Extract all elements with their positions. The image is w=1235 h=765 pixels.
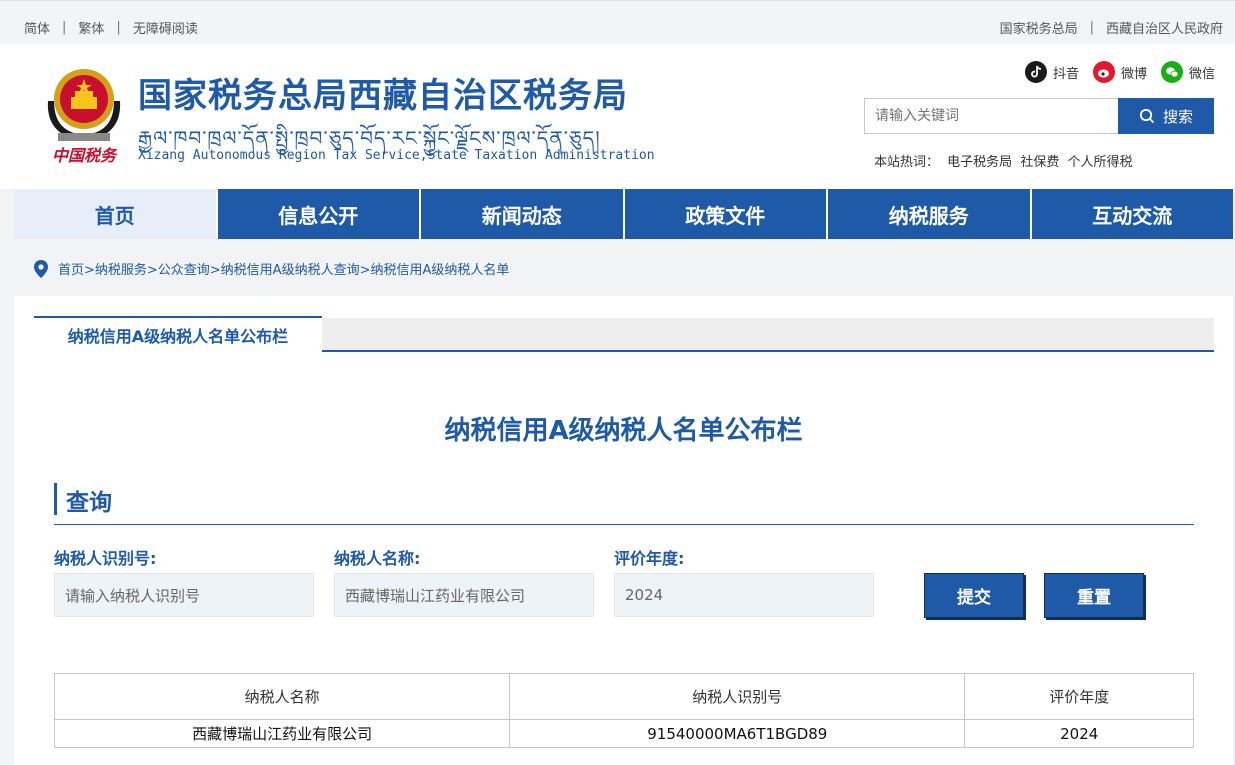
china-tax-calligraphy-logo: 中国税务 <box>52 146 117 165</box>
breadcrumb: 首页>纳税服务>公众查询>纳税信用A级纳税人查询>纳税信用A级纳税人名单 <box>34 259 509 278</box>
nav-tab-tax-service[interactable]: 纳税服务 <box>828 189 1032 239</box>
results-table: 纳税人名称 纳税人识别号 评价年度 西藏博瑞山江药业有限公司 91540000M… <box>54 673 1194 748</box>
nav-tab-news[interactable]: 新闻动态 <box>421 189 625 239</box>
sta-link[interactable]: 国家税务总局 <box>1000 18 1078 37</box>
site-title[interactable]: 国家税务总局西藏自治区税务局 <box>138 68 628 117</box>
hot-keywords-label: 本站热词： <box>874 155 940 170</box>
nav-tab-interaction[interactable]: 互动交流 <box>1032 189 1234 239</box>
location-pin-icon <box>34 259 48 278</box>
site-header: 中国税务 国家税务总局西藏自治区税务局 རྒྱལ་ཁབ་ཁྲལ་དོན་སྤྱི… <box>0 44 1235 189</box>
page-title: 纳税信用A级纳税人名单公布栏 <box>444 416 803 446</box>
weibo-link[interactable]: 微博 <box>1092 61 1147 83</box>
site-title-english: Xizang Autonomous Region Tax Service,Sta… <box>138 148 655 163</box>
taxpayer-id-label: 纳税人识别号: <box>54 549 157 568</box>
main-content: 纳税信用A级纳税人名单公布栏 纳税信用A级纳税人名单公布栏 查询 纳税人识别号:… <box>14 296 1233 765</box>
column-header-year: 评价年度 <box>1049 688 1110 706</box>
taxpayer-id-input[interactable]: 请输入纳税人识别号 <box>54 573 314 617</box>
table-header-row: 纳税人名称 纳税人识别号 评价年度 <box>55 674 1193 719</box>
separator: | <box>116 20 121 35</box>
column-header-id: 纳税人识别号 <box>510 674 966 719</box>
cell-taxpayer-id: 91540000MA6T1BGD89 <box>510 720 966 747</box>
nav-tab-home[interactable]: 首页 <box>14 189 218 239</box>
wechat-label: 微信 <box>1188 66 1215 82</box>
site-title-tibetan: རྒྱལ་ཁབ་ཁྲལ་དོན་སྤྱི་ཁྲབ་ཅུད་བོད་རང་སྐྱོ… <box>138 126 601 150</box>
cell-evaluation-year: 2024 <box>1060 724 1099 743</box>
hot-keyword-link[interactable]: 社保费 <box>1020 155 1059 170</box>
nav-tab-policy[interactable]: 政策文件 <box>625 189 828 239</box>
separator: | <box>62 20 67 35</box>
wechat-icon <box>1160 61 1183 83</box>
taxpayer-name-input[interactable]: 西藏博瑞山江药业有限公司 <box>334 573 594 617</box>
heading-accent-bar <box>54 483 57 515</box>
traditional-chinese-link[interactable]: 繁体 <box>78 18 104 37</box>
weibo-label: 微博 <box>1120 66 1147 82</box>
accessibility-link[interactable]: 无障碍阅读 <box>133 18 198 37</box>
query-section-heading: 查询 <box>54 481 1194 525</box>
hot-keywords: 本站热词： 电子税务局 社保费 个人所得税 <box>874 151 1136 170</box>
douyin-link[interactable]: 抖音 <box>1024 61 1079 83</box>
column-header-name: 纳税人名称 <box>55 674 511 719</box>
weibo-icon <box>1092 61 1115 83</box>
search-button-label: 搜索 <box>1162 107 1193 126</box>
main-navigation: 首页 信息公开 新闻动态 政策文件 纳税服务 互动交流 <box>14 189 1233 239</box>
nav-tab-info-disclosure[interactable]: 信息公开 <box>218 189 421 239</box>
wechat-link[interactable]: 微信 <box>1160 61 1215 83</box>
separator: | <box>1089 20 1094 35</box>
social-links: 抖音 微博 微信 <box>1011 61 1215 83</box>
submit-button[interactable]: 提交 <box>924 573 1024 618</box>
reset-button[interactable]: 重置 <box>1044 573 1144 618</box>
top-utility-bar: 简体 | 繁体 | 无障碍阅读 国家税务总局 | 西藏自治区人民政府 <box>0 0 1235 44</box>
douyin-label: 抖音 <box>1052 66 1079 82</box>
douyin-icon <box>1024 61 1047 83</box>
simplified-chinese-link[interactable]: 简体 <box>24 18 50 37</box>
hot-keyword-link[interactable]: 个人所得税 <box>1067 155 1132 170</box>
hot-keyword-link[interactable]: 电子税务局 <box>947 155 1012 170</box>
breadcrumb-path[interactable]: 首页>纳税服务>公众查询>纳税信用A级纳税人查询>纳税信用A级纳税人名单 <box>58 259 509 278</box>
table-row: 西藏博瑞山江药业有限公司 91540000MA6T1BGD89 2024 <box>55 719 1193 747</box>
xizang-gov-link[interactable]: 西藏自治区人民政府 <box>1106 18 1223 37</box>
column-tab-bar: 纳税信用A级纳税人名单公布栏 <box>34 316 1214 352</box>
taxpayer-name-label: 纳税人名称: <box>334 549 421 568</box>
query-heading: 查询 <box>66 490 112 516</box>
search-button[interactable]: 搜索 <box>1118 98 1214 134</box>
evaluation-year-input[interactable]: 2024 <box>614 573 874 617</box>
search-input[interactable] <box>864 98 1118 134</box>
column-tab-active[interactable]: 纳税信用A级纳税人名单公布栏 <box>34 316 322 352</box>
cell-taxpayer-name: 西藏博瑞山江药业有限公司 <box>55 720 511 747</box>
search-icon <box>1139 108 1155 124</box>
evaluation-year-label: 评价年度: <box>614 549 685 568</box>
site-search: 搜索 <box>864 98 1214 134</box>
